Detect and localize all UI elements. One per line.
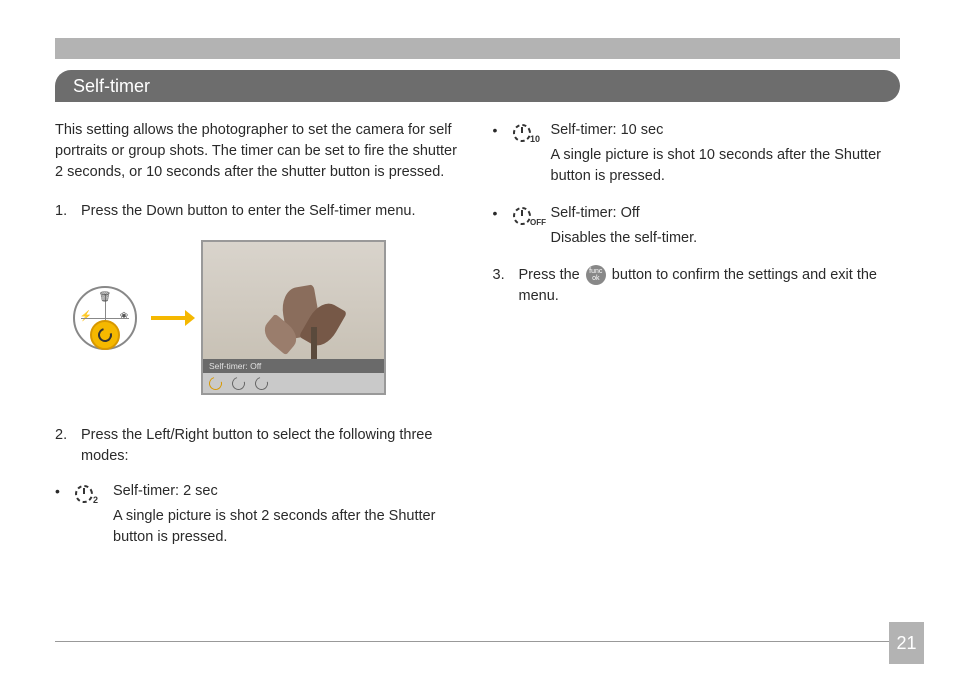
diagram: 🗑 ⚡ ❀ Self-timer: Off — [73, 240, 463, 395]
bullet: • — [493, 120, 511, 187]
mode-10sec: • 10 Self-timer: 10 sec A single picture… — [493, 120, 901, 187]
svg-text:2: 2 — [93, 495, 98, 505]
step-body: Press the func ok button to confirm the … — [519, 265, 901, 307]
top-bar — [55, 38, 900, 59]
timer-off-icon: OFF — [511, 203, 551, 229]
trash-icon: 🗑 — [98, 292, 112, 306]
timer-icon — [207, 374, 225, 392]
mode-text: Self-timer: 10 sec A single picture is s… — [551, 120, 901, 187]
func-ok-button-icon: func ok — [586, 265, 606, 285]
step-number: 3. — [493, 265, 519, 307]
right-column: • 10 Self-timer: 10 sec A single picture… — [493, 120, 901, 564]
intro-text: This setting allows the photographer to … — [55, 120, 463, 183]
timer-icon — [253, 374, 271, 392]
mode-desc: A single picture is shot 10 seconds afte… — [551, 145, 901, 187]
preview-image — [203, 242, 384, 367]
step-number: 1. — [55, 201, 81, 222]
mode-off: • OFF Self-timer: Off Disables the self-… — [493, 203, 901, 249]
step-3: 3. Press the func ok button to confirm t… — [493, 265, 901, 307]
timer-2sec-icon: 2 — [73, 481, 113, 507]
step-2: 2. Press the Left/Right button to select… — [55, 425, 463, 467]
flower-graphic — [263, 287, 343, 367]
mode-title: Self-timer: 10 sec — [551, 120, 901, 141]
step3-before: Press the — [519, 267, 584, 283]
bullet: • — [493, 203, 511, 249]
page-number: 21 — [889, 622, 924, 664]
dial-illustration: 🗑 ⚡ ❀ — [73, 286, 137, 350]
mode-text: Self-timer: 2 sec A single picture is sh… — [113, 481, 463, 548]
mode-desc: A single picture is shot 2 seconds after… — [113, 506, 463, 548]
step-body: Press the Left/Right button to select th… — [81, 425, 463, 467]
mode-title: Self-timer: 2 sec — [113, 481, 463, 502]
arrow-icon — [151, 316, 187, 320]
preview-status-bar: Self-timer: Off — [203, 359, 384, 373]
timer-icon — [230, 374, 248, 392]
macro-icon: ❀ — [117, 311, 131, 325]
left-column: This setting allows the photographer to … — [55, 120, 463, 564]
bullet: • — [55, 481, 73, 548]
step-1: 1. Press the Down button to enter the Se… — [55, 201, 463, 222]
preview-icon-row — [203, 373, 384, 393]
mode-2sec: • 2 Self-timer: 2 sec A single picture i… — [55, 481, 463, 548]
svg-text:10: 10 — [530, 134, 540, 144]
section-header: Self-timer — [55, 70, 900, 102]
section-title: Self-timer — [73, 76, 150, 97]
svg-text:OFF: OFF — [530, 218, 546, 227]
timer-highlight-icon — [90, 320, 120, 350]
step-number: 2. — [55, 425, 81, 467]
mode-title: Self-timer: Off — [551, 203, 901, 224]
content-area: This setting allows the photographer to … — [55, 120, 900, 564]
screen-preview: Self-timer: Off — [201, 240, 386, 395]
mode-text: Self-timer: Off Disables the self-timer. — [551, 203, 901, 249]
flash-icon: ⚡ — [79, 311, 93, 325]
bottom-rule — [55, 641, 900, 642]
step-body: Press the Down button to enter the Self-… — [81, 201, 463, 222]
timer-10sec-icon: 10 — [511, 120, 551, 146]
mode-desc: Disables the self-timer. — [551, 228, 901, 249]
